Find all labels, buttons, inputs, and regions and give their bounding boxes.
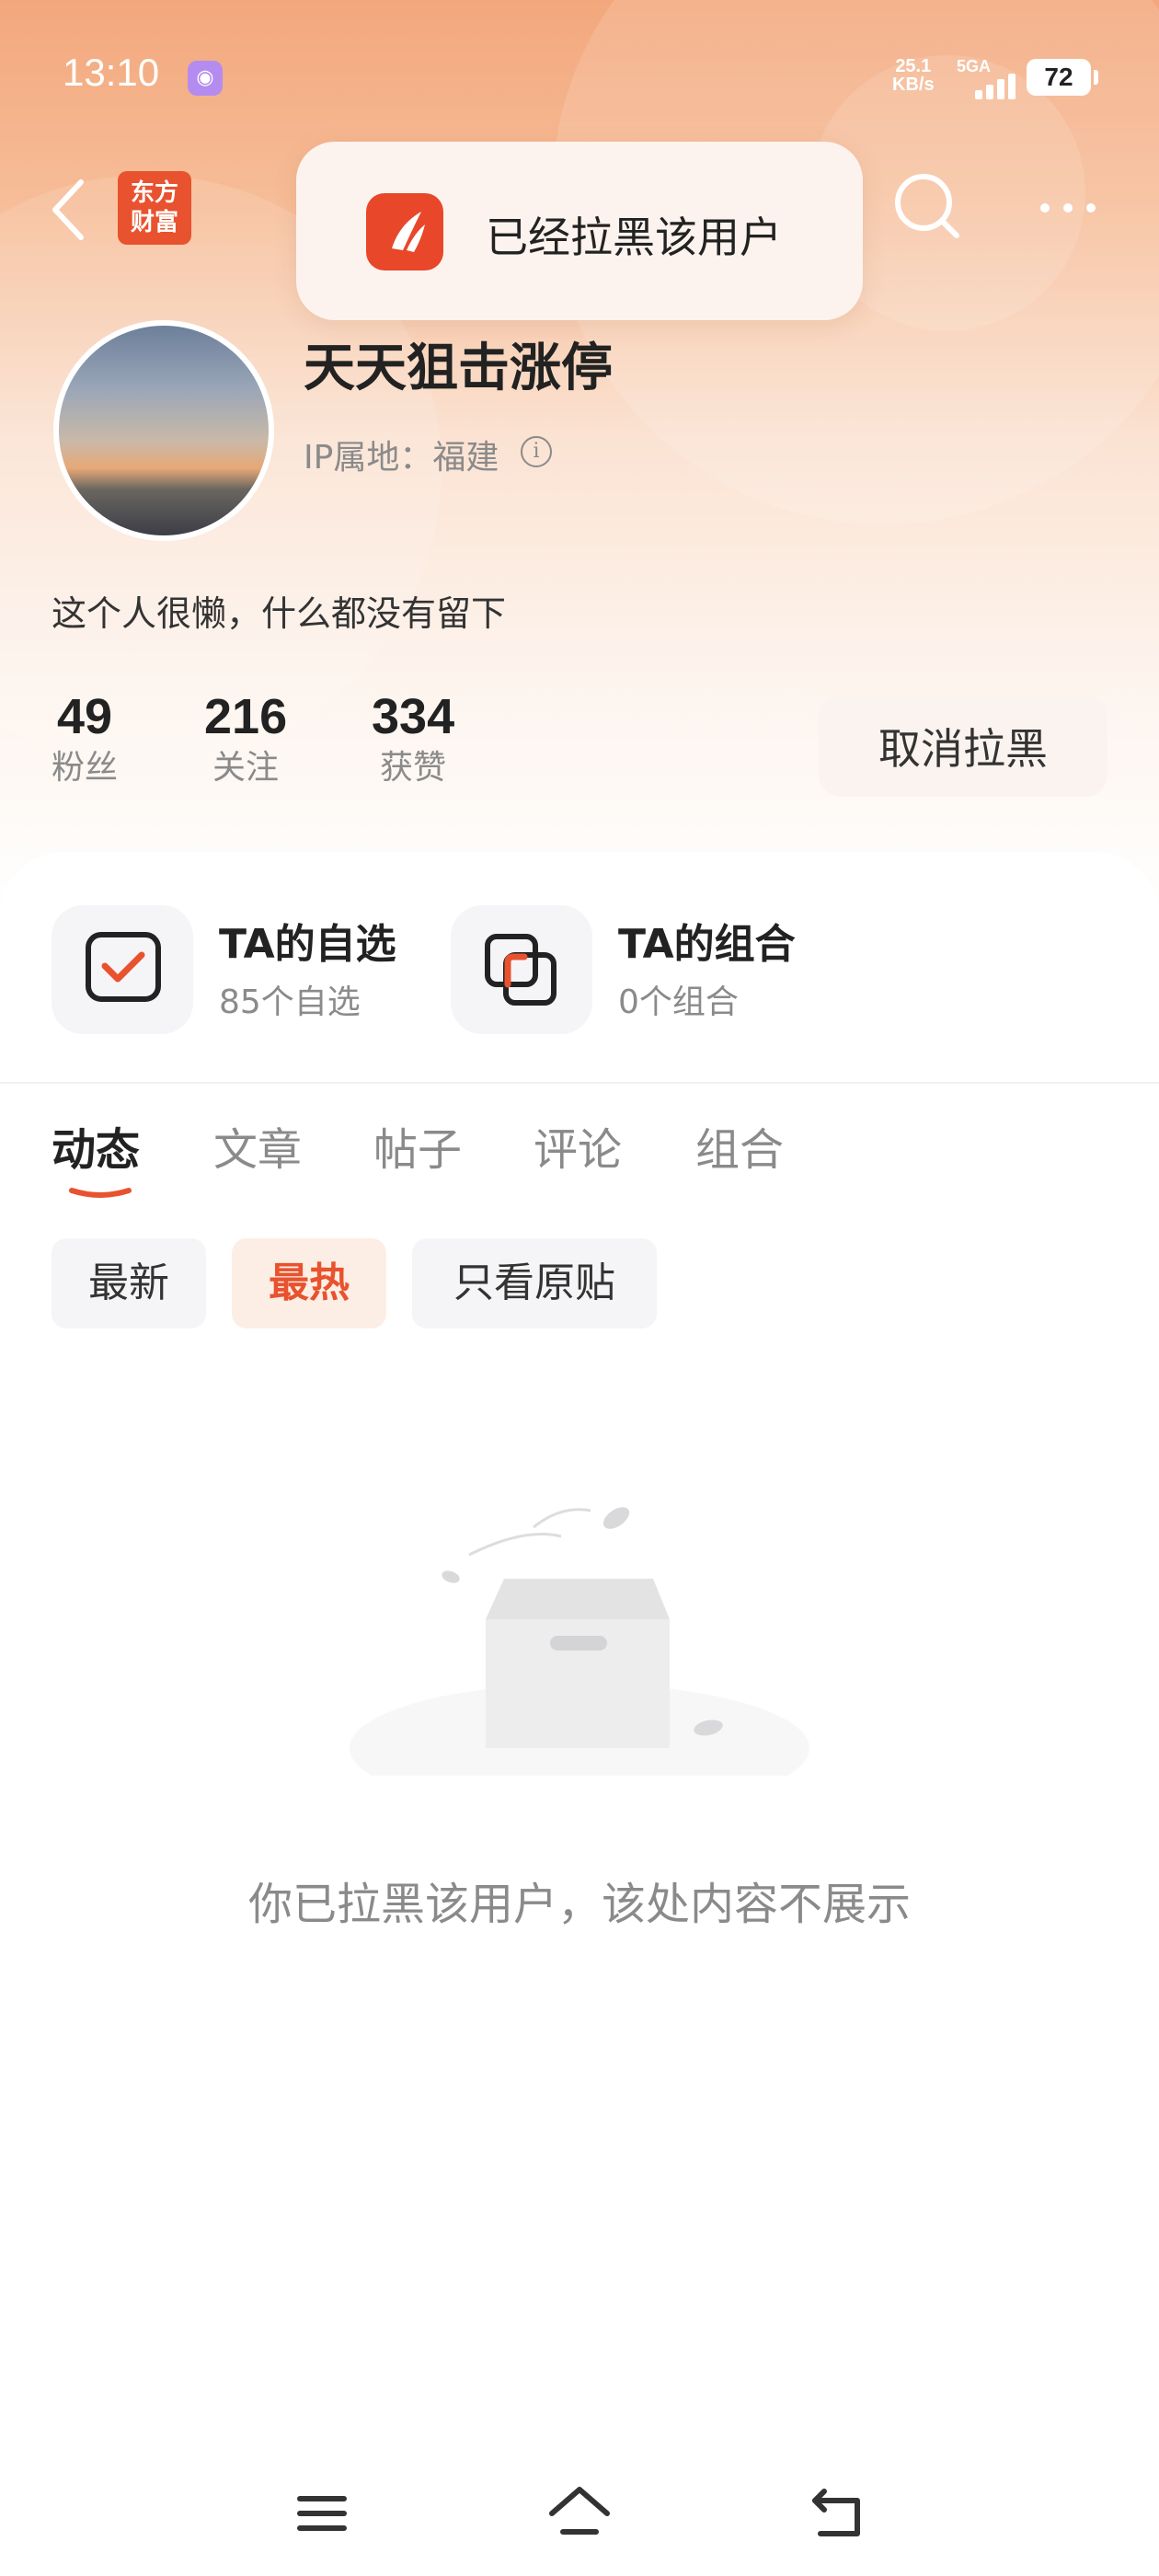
info-icon[interactable]: i <box>521 436 552 467</box>
app-logo: 东方 财富 <box>118 171 191 245</box>
network-type: 5GA <box>957 57 992 75</box>
net-speed: 25.1 KB/s <box>892 57 935 94</box>
stat-label: 获赞 <box>380 749 447 787</box>
toast: 已经拉黑该用户 <box>296 142 863 320</box>
shortcut-title: TA的自选 <box>219 921 396 968</box>
shortcut-title: TA的组合 <box>618 921 796 968</box>
shortcut-subtitle: 85个自选 <box>219 983 361 1021</box>
app-icon <box>366 193 443 270</box>
stat-followers[interactable]: 49 粉丝 <box>52 686 118 789</box>
search-icon[interactable] <box>890 169 964 243</box>
stat-value: 216 <box>204 689 288 744</box>
tab-portfolios[interactable]: 组合 <box>695 1113 784 1178</box>
net-speed-unit: KB/s <box>892 75 935 95</box>
stat-following[interactable]: 216 关注 <box>204 686 287 789</box>
app-logo-text: 财富 <box>130 209 178 236</box>
watchlist-shortcut[interactable] <box>52 905 193 1034</box>
menu-icon[interactable] <box>285 2477 359 2550</box>
username: 天天狙击涨停 <box>304 339 613 398</box>
stat-label: 粉丝 <box>52 749 119 787</box>
shortcut-subtitle: 0个组合 <box>618 983 739 1021</box>
watchlist-icon <box>86 932 161 1002</box>
ip-location: IP属地：福建 <box>304 439 499 477</box>
empty-box-illustration <box>350 1507 809 1776</box>
stat-label: 关注 <box>212 749 280 787</box>
tab-posts[interactable]: 帖子 <box>373 1113 462 1178</box>
tab-activity[interactable]: 动态 <box>52 1113 140 1178</box>
battery-icon: 72 <box>1027 59 1098 96</box>
tab-articles[interactable]: 文章 <box>213 1113 302 1178</box>
toast-message: 已经拉黑该用户 <box>486 213 782 262</box>
signal-icon: 5GA <box>957 57 1017 99</box>
tab-underline <box>69 1188 132 1198</box>
tab-comments[interactable]: 评论 <box>534 1113 622 1178</box>
filter-latest[interactable]: 最新 <box>52 1238 206 1328</box>
stat-value: 334 <box>372 689 455 744</box>
empty-state-message: 你已拉黑该用户，该处内容不展示 <box>247 1879 911 1930</box>
more-icon[interactable] <box>1036 180 1100 236</box>
system-nav-bar <box>0 2447 1159 2576</box>
avatar[interactable] <box>53 320 274 541</box>
stat-likes[interactable]: 334 获赞 <box>372 686 454 789</box>
notification-badge-icon: ◉ <box>188 61 223 96</box>
back-arrow-icon[interactable] <box>46 173 92 247</box>
back-icon[interactable] <box>800 2477 874 2550</box>
stat-value: 49 <box>56 689 113 744</box>
divider <box>0 1082 1159 1084</box>
app-logo-text: 东方 <box>130 179 178 207</box>
bio: 这个人很懒，什么都没有留下 <box>52 593 507 634</box>
home-icon[interactable] <box>543 2477 616 2550</box>
unblock-button[interactable]: 取消拉黑 <box>819 696 1107 797</box>
filter-hot[interactable]: 最热 <box>232 1238 386 1328</box>
portfolio-icon <box>485 934 557 1006</box>
portfolio-shortcut[interactable] <box>451 905 592 1034</box>
filter-original-only[interactable]: 只看原贴 <box>412 1238 657 1328</box>
net-speed-value: 25.1 <box>895 56 932 76</box>
status-time: 13:10 <box>63 51 160 94</box>
